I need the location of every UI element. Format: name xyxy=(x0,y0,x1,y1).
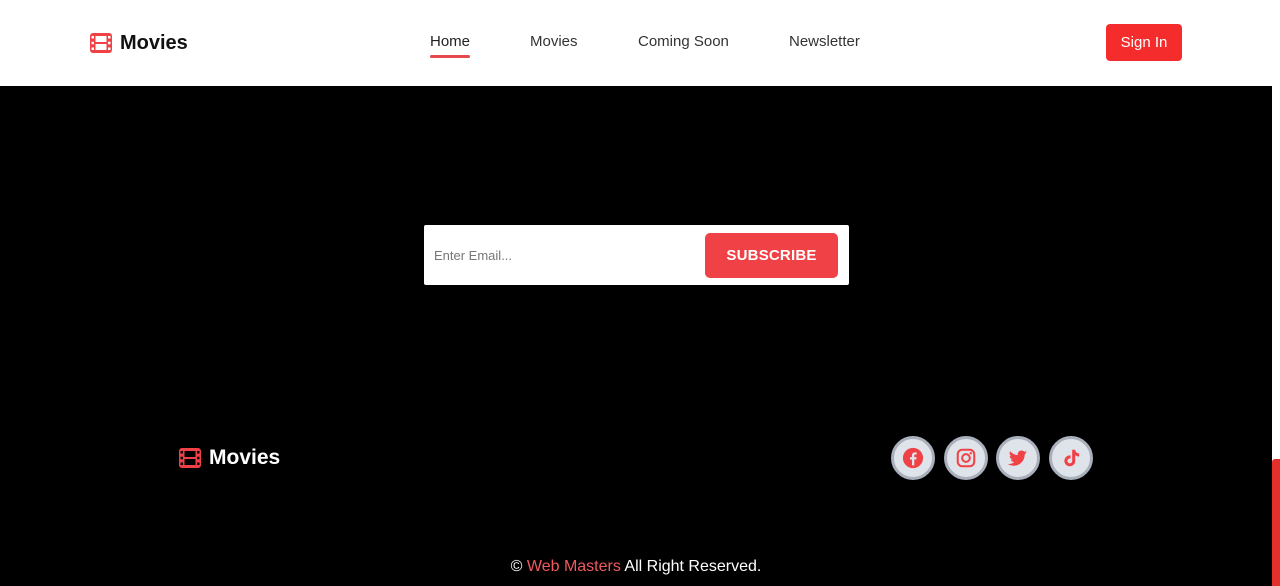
nav-newsletter[interactable]: Newsletter xyxy=(789,33,860,50)
header-logo[interactable]: Movies xyxy=(90,31,188,55)
facebook-link[interactable] xyxy=(891,436,935,480)
email-input[interactable] xyxy=(434,239,694,271)
instagram-link[interactable] xyxy=(944,436,988,480)
tiktok-icon xyxy=(1064,449,1080,467)
twitter-icon xyxy=(1007,450,1028,466)
tiktok-link[interactable] xyxy=(1049,436,1093,480)
scrollbar-thumb[interactable] xyxy=(1272,459,1280,586)
copyright: © Web Masters All Right Reserved. xyxy=(0,558,1272,576)
film-icon xyxy=(90,33,112,53)
footer-logo[interactable]: Movies xyxy=(179,446,280,470)
twitter-link[interactable] xyxy=(996,436,1040,480)
film-icon xyxy=(179,448,201,468)
footer-logo-text: Movies xyxy=(209,446,281,469)
logo-text: Movies xyxy=(120,31,188,54)
subscribe-form: SUBSCRIBE xyxy=(424,225,849,285)
instagram-icon xyxy=(956,448,976,468)
copyright-text: All Right Reserved. xyxy=(624,558,762,575)
nav-home[interactable]: Home xyxy=(430,33,471,58)
facebook-icon xyxy=(902,447,924,469)
copyright-symbol: © xyxy=(510,558,523,575)
page-scrollbar[interactable] xyxy=(1272,0,1280,586)
page: Movies Home Movies Coming Soon Newslette… xyxy=(0,0,1280,586)
nav-movies[interactable]: Movies xyxy=(530,33,578,50)
subscribe-button[interactable]: SUBSCRIBE xyxy=(705,233,838,278)
sign-in-button[interactable]: Sign In xyxy=(1106,24,1182,61)
nav-coming-soon[interactable]: Coming Soon xyxy=(638,33,729,50)
site-header: Movies Home Movies Coming Soon Newslette… xyxy=(0,0,1272,86)
copyright-brand-link[interactable]: Web Masters xyxy=(527,558,621,575)
